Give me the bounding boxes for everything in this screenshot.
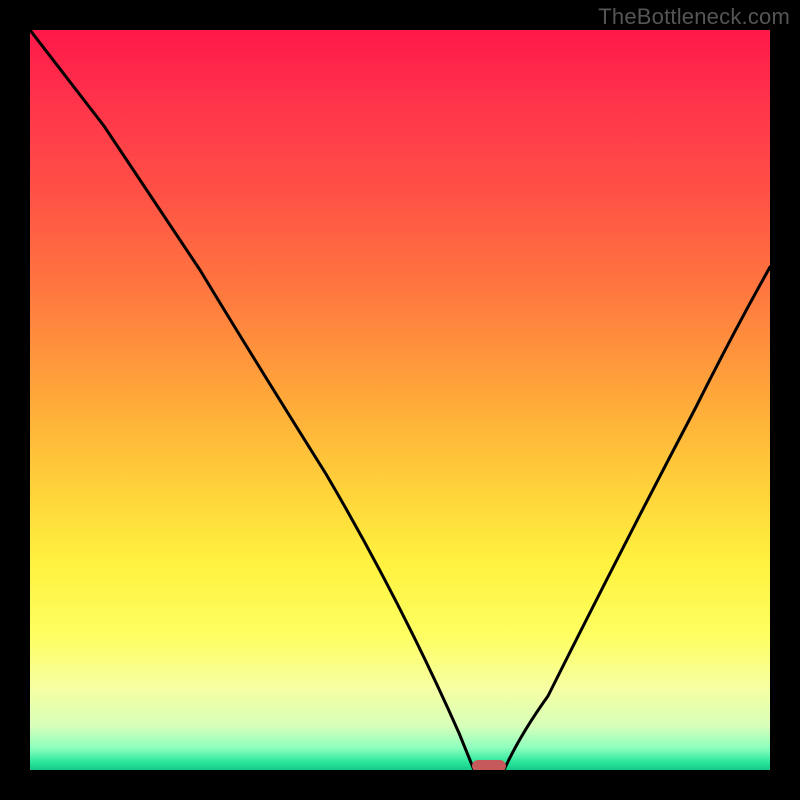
- plot-area: [30, 30, 770, 770]
- watermark-text: TheBottleneck.com: [598, 4, 790, 30]
- chart-frame: TheBottleneck.com: [0, 0, 800, 800]
- optimal-marker: [472, 760, 506, 770]
- curve-path: [30, 30, 770, 770]
- bottleneck-curve: [30, 30, 770, 770]
